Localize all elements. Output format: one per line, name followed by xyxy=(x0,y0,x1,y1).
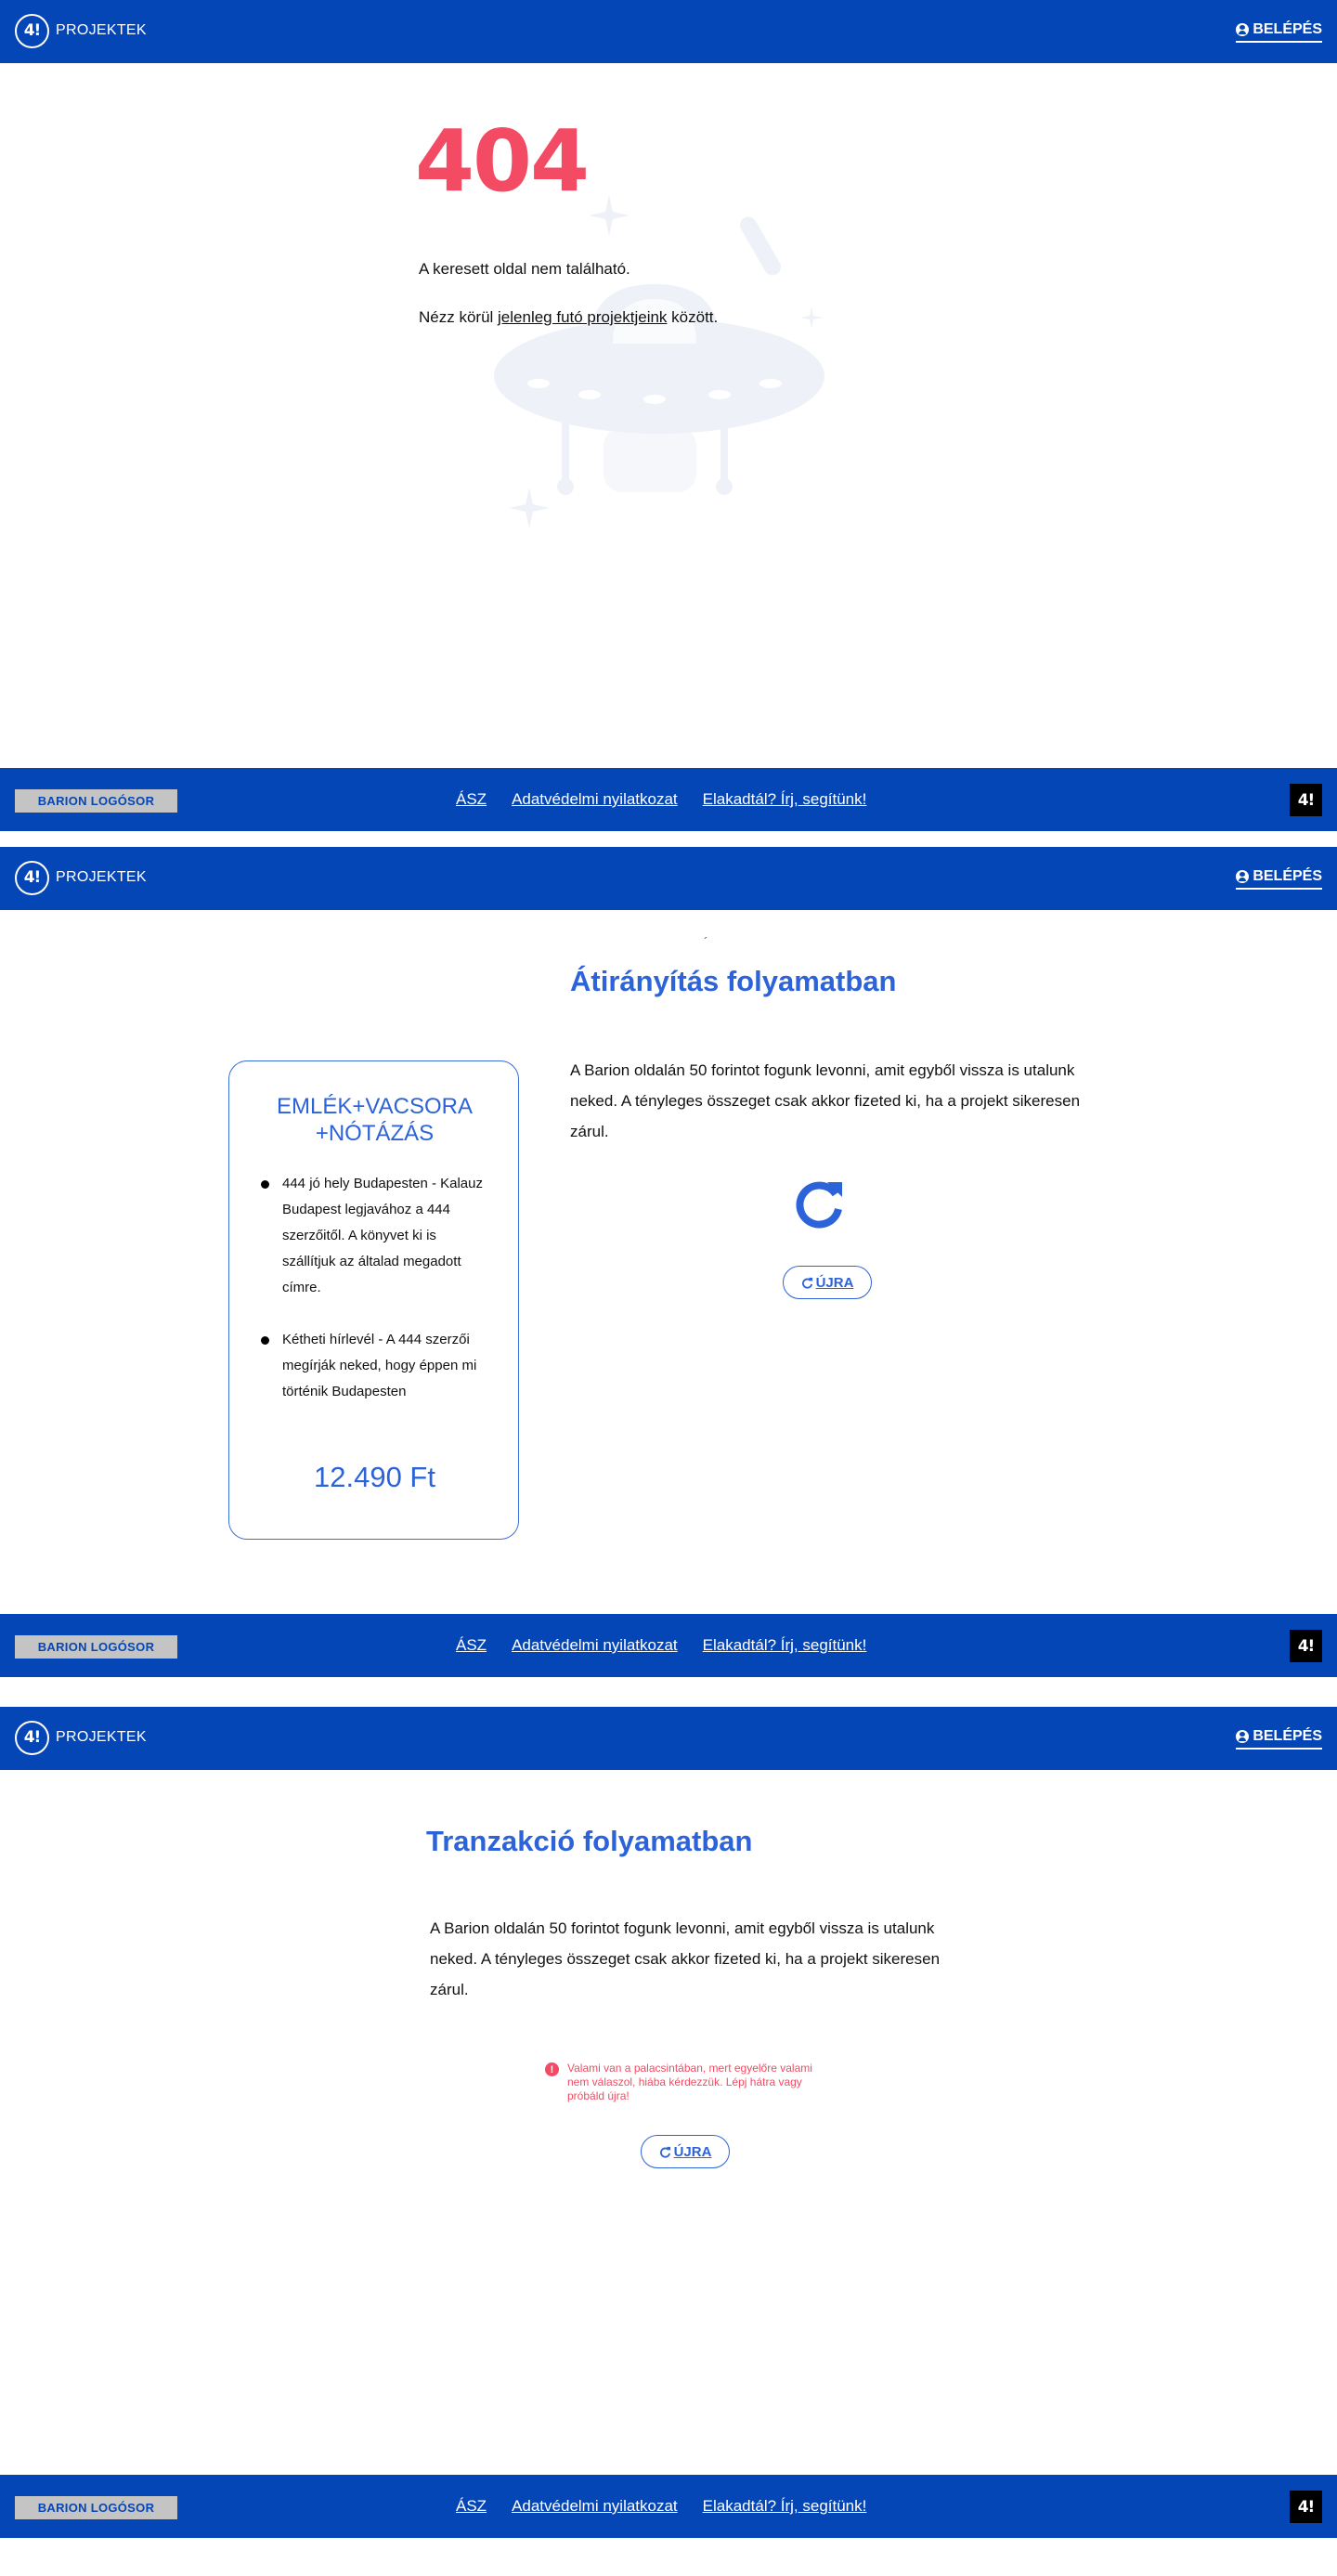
footer-links: ÁSZ Adatvédelmi nyilatkozat Elakadtál? Í… xyxy=(456,2497,866,2516)
login-link[interactable]: BELÉPÉS xyxy=(1236,1728,1322,1750)
decorative-tick: ´ xyxy=(704,934,708,949)
screen-redirect: 4! PROJEKTEK BELÉPÉS ´ Átirányítás folya… xyxy=(0,847,1337,1677)
payment-info-text: A Barion oldalán 50 forintot fogunk levo… xyxy=(430,1919,941,1998)
user-icon xyxy=(1236,1730,1250,1743)
barion-logo-bar: BARION LOGÓSOR xyxy=(15,2496,177,2519)
refresh-icon xyxy=(659,2146,670,2158)
retry-label: ÚJRA xyxy=(673,2143,712,2160)
page-title: Átirányítás folyamatban xyxy=(570,965,897,997)
user-icon xyxy=(1236,870,1250,883)
privacy-link[interactable]: Adatvédelmi nyilatkozat xyxy=(512,2497,678,2516)
logo-icon[interactable]: 4! xyxy=(15,14,49,48)
asz-link[interactable]: ÁSZ xyxy=(456,790,487,809)
retry-button[interactable]: ÚJRA xyxy=(641,2135,730,2168)
login-label: BELÉPÉS xyxy=(1253,868,1322,884)
running-projects-link[interactable]: jelenleg futó projektjeink xyxy=(498,308,667,326)
footer: BARION LOGÓSOR ÁSZ Adatvédelmi nyilatkoz… xyxy=(0,2475,1337,2538)
reward-card: EMLÉK+VACSORA +NÓTÁZÁS 444 jó hely Budap… xyxy=(228,1060,519,1540)
reward-title: EMLÉK+VACSORA +NÓTÁZÁS xyxy=(277,1094,473,1146)
footer-logo-icon[interactable]: 4! xyxy=(1290,2491,1322,2523)
page-title: Tranzakció folyamatban xyxy=(426,1825,753,1857)
help-link[interactable]: Elakadtál? Írj, segítünk! xyxy=(703,790,867,809)
brand-link[interactable]: PROJEKTEK xyxy=(56,869,147,886)
reward-item: 444 jó hely Budapesten - Kalauz Budapest… xyxy=(259,1171,491,1301)
logo-icon[interactable]: 4! xyxy=(15,1721,49,1755)
top-navbar: 4! PROJEKTEK BELÉPÉS xyxy=(0,0,1337,63)
barion-logo-bar: BARION LOGÓSOR xyxy=(15,789,177,813)
reward-price: 12.490 Ft xyxy=(314,1461,435,1493)
top-navbar: 4! PROJEKTEK BELÉPÉS xyxy=(0,847,1337,910)
asz-link[interactable]: ÁSZ xyxy=(456,2497,487,2516)
footer: BARION LOGÓSOR ÁSZ Adatvédelmi nyilatkoz… xyxy=(0,1614,1337,1677)
browse-projects-text: Nézz körül jelenleg futó projektjeink kö… xyxy=(419,308,719,326)
footer-links: ÁSZ Adatvédelmi nyilatkozat Elakadtál? Í… xyxy=(456,1636,866,1655)
screen-transaction: 4! PROJEKTEK BELÉPÉS Tranzakció folyamat… xyxy=(0,1707,1337,2538)
help-link[interactable]: Elakadtál? Írj, segítünk! xyxy=(703,1636,867,1655)
retry-label: ÚJRA xyxy=(815,1274,854,1291)
privacy-link[interactable]: Adatvédelmi nyilatkozat xyxy=(512,1636,678,1655)
error-text: Valami van a palacsintában, mert egyelőr… xyxy=(567,2062,812,2102)
error-icon: ! xyxy=(545,2062,559,2076)
asz-link[interactable]: ÁSZ xyxy=(456,1636,487,1655)
login-label: BELÉPÉS xyxy=(1253,21,1322,37)
privacy-link[interactable]: Adatvédelmi nyilatkozat xyxy=(512,790,678,809)
reward-items: 444 jó hely Budapesten - Kalauz Budapest… xyxy=(259,1171,491,1431)
user-icon xyxy=(1236,23,1250,36)
brand-link[interactable]: PROJEKTEK xyxy=(56,1729,147,1746)
reward-item: Kétheti hírlevél - A 444 szerzői megírjá… xyxy=(259,1327,491,1405)
not-found-message: A keresett oldal nem található. xyxy=(419,260,630,278)
refresh-icon xyxy=(796,1181,842,1229)
footer-logo-icon[interactable]: 4! xyxy=(1290,1630,1322,1662)
login-link[interactable]: BELÉPÉS xyxy=(1236,868,1322,890)
login-label: BELÉPÉS xyxy=(1253,1728,1322,1744)
refresh-icon xyxy=(801,1277,812,1289)
brand-link[interactable]: PROJEKTEK xyxy=(56,22,147,39)
logo-icon[interactable]: 4! xyxy=(15,861,49,895)
footer: BARION LOGÓSOR ÁSZ Adatvédelmi nyilatkoz… xyxy=(0,768,1337,831)
footer-links: ÁSZ Adatvédelmi nyilatkozat Elakadtál? Í… xyxy=(456,790,866,809)
payment-info-text: A Barion oldalán 50 forintot fogunk levo… xyxy=(570,1061,1081,1140)
screen-404: 4! PROJEKTEK BELÉPÉS 404 A keresett olda… xyxy=(0,0,1337,831)
ufo-illustration xyxy=(494,195,824,528)
barion-logo-bar: BARION LOGÓSOR xyxy=(15,1635,177,1659)
retry-button[interactable]: ÚJRA xyxy=(783,1266,872,1299)
help-link[interactable]: Elakadtál? Írj, segítünk! xyxy=(703,2497,867,2516)
error-message: ! Valami van a palacsintában, mert egyel… xyxy=(545,2062,824,2103)
footer-logo-icon[interactable]: 4! xyxy=(1290,784,1322,816)
error-code: 404 xyxy=(415,111,590,211)
login-link[interactable]: BELÉPÉS xyxy=(1236,21,1322,43)
top-navbar: 4! PROJEKTEK BELÉPÉS xyxy=(0,1707,1337,1770)
